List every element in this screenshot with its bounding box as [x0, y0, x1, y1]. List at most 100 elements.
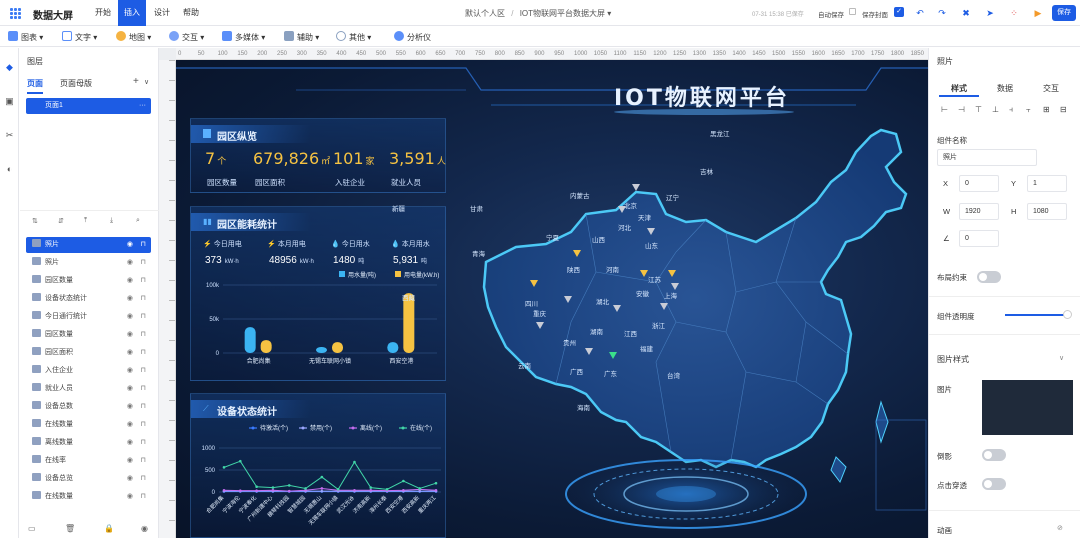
redo-icon[interactable]: ↷ [934, 5, 950, 21]
lock-icon[interactable]: ⊓ [141, 291, 146, 307]
map-pin-icon[interactable] [585, 348, 593, 355]
eye-icon[interactable]: ◉ [127, 327, 133, 343]
layer-item[interactable]: 今日通行统计 ◉ ⊓ [26, 309, 151, 325]
eye-all-icon[interactable]: ◉ [141, 524, 148, 533]
save-button[interactable]: 保存 [1052, 5, 1076, 21]
map-pin-icon[interactable] [564, 296, 572, 303]
page-item[interactable]: 页面1 ··· [26, 98, 151, 114]
layers-icon[interactable]: ◆ [4, 62, 15, 73]
lock-icon[interactable]: ⊓ [141, 399, 146, 415]
eye-icon[interactable]: ◉ [127, 435, 133, 451]
tab-pages[interactable]: 页面 [27, 78, 43, 94]
tool-media[interactable]: 多媒体 ▾ [222, 31, 265, 43]
image-style-collapse-icon[interactable]: ∨ [1059, 354, 1064, 362]
angle-input[interactable]: 0 [959, 230, 999, 247]
delete-icon[interactable]: 🗑 [65, 524, 75, 533]
undo-icon[interactable]: ↶ [912, 5, 928, 21]
hide-icon[interactable]: ⊘ [1057, 524, 1063, 532]
eye-icon[interactable]: ◉ [127, 309, 133, 325]
lock-icon[interactable]: ⊓ [141, 273, 146, 289]
tool-map[interactable]: 地图 ▾ [116, 31, 151, 43]
layer-up-icon[interactable]: ⇅ [32, 217, 38, 225]
eye-icon[interactable]: ◉ [127, 471, 133, 487]
page-more-button[interactable]: ··· [139, 98, 146, 114]
layer-search-icon[interactable]: ⌕ [136, 217, 140, 225]
save-cover-checkbox[interactable]: ✓ [894, 7, 904, 17]
layer-item[interactable]: 照片 ◉ ⊓ [26, 237, 151, 253]
eye-icon[interactable]: ◉ [127, 489, 133, 505]
layer-item[interactable]: 在线率 ◉ ⊓ [26, 453, 151, 469]
name-input[interactable]: 照片 [937, 149, 1037, 166]
layer-item[interactable]: 园区面积 ◉ ⊓ [26, 345, 151, 361]
dashboard-canvas[interactable]: IOT物联网平台 园区纵览 7 个园区数量 679,826 ㎡园区面积 101 家入驻企业… [176, 60, 928, 538]
align-icon[interactable]: ⊤ [975, 105, 982, 114]
x-input[interactable]: 0 [959, 175, 999, 192]
lock-icon[interactable]: ⊓ [141, 381, 146, 397]
eye-icon[interactable]: ◉ [127, 273, 133, 289]
layer-item[interactable]: 在线数量 ◉ ⊓ [26, 417, 151, 433]
map-pin-icon[interactable] [613, 305, 621, 312]
folder-icon[interactable]: ▭ [28, 524, 36, 533]
layer-item[interactable]: 入住企业 ◉ ⊓ [26, 363, 151, 379]
eye-icon[interactable]: ◉ [127, 255, 133, 271]
tool-chart[interactable]: 图表 ▾ [8, 31, 43, 43]
tool-analyzer[interactable]: 分析仪 [394, 31, 431, 43]
map-pin-icon[interactable] [660, 303, 668, 310]
theme-icon[interactable]: ◐ [4, 164, 15, 175]
tool-other[interactable]: 其他 ▾ [336, 31, 371, 43]
opacity-slider[interactable] [1005, 314, 1067, 316]
connect-icon[interactable]: ⁘ [1006, 5, 1022, 21]
layer-item[interactable]: 在线数量 ◉ ⊓ [26, 489, 151, 505]
eye-icon[interactable]: ◉ [127, 417, 133, 433]
layer-item[interactable]: 设备总览 ◉ ⊓ [26, 471, 151, 487]
y-input[interactable]: 1 [1027, 175, 1067, 192]
lock-icon[interactable]: ⊓ [141, 309, 146, 325]
map-pin-icon[interactable] [671, 283, 679, 290]
lock-icon[interactable]: ⊓ [141, 489, 146, 505]
align-icon[interactable]: ⊟ [1060, 105, 1067, 114]
tool-text[interactable]: 文字 ▾ [62, 31, 97, 43]
map-pin-icon[interactable] [609, 352, 617, 359]
map-pin-icon[interactable] [668, 270, 676, 277]
map-pin-icon[interactable] [632, 184, 640, 191]
menu-help[interactable]: 帮助 [177, 0, 205, 26]
menu-start[interactable]: 开始 [89, 0, 117, 26]
eye-icon[interactable]: ◉ [127, 237, 133, 253]
breadcrumb-space[interactable]: 默认个人区 [465, 9, 505, 18]
lock-icon[interactable]: ⊓ [141, 345, 146, 361]
shadow-toggle[interactable] [982, 449, 1006, 461]
add-page-button[interactable]: + [133, 76, 139, 87]
layer-item[interactable]: 照片 ◉ ⊓ [26, 255, 151, 271]
eye-icon[interactable]: ◉ [127, 453, 133, 469]
lock-icon[interactable]: ⊓ [141, 453, 146, 469]
breadcrumb-file[interactable]: IOT物联网平台数据大屏 ▾ [520, 9, 612, 18]
layer-item[interactable]: 设备状态统计 ◉ ⊓ [26, 291, 151, 307]
w-input[interactable]: 1920 [959, 203, 999, 220]
click-through-toggle[interactable] [982, 478, 1006, 490]
components-icon[interactable]: ▣ [4, 96, 15, 107]
preview-icon[interactable]: ▶ [1030, 5, 1046, 21]
map-pin-icon[interactable] [536, 322, 544, 329]
layout-toggle[interactable] [977, 271, 1001, 283]
autosave-checkbox[interactable] [849, 8, 856, 15]
lock-icon[interactable]: ⊓ [141, 255, 146, 271]
share-icon[interactable]: ➤ [982, 5, 998, 21]
collapse-icon[interactable]: ∨ [144, 78, 149, 86]
image-preview[interactable] [982, 380, 1073, 435]
tab-interaction[interactable]: 交互 [1043, 83, 1059, 94]
tools-icon[interactable]: ✖ [958, 5, 974, 21]
align-icon[interactable]: ⫟ [1026, 105, 1031, 115]
tab-master[interactable]: 页面母版 [60, 78, 92, 89]
h-input[interactable]: 1080 [1027, 203, 1067, 220]
layer-item[interactable]: 就业人员 ◉ ⊓ [26, 381, 151, 397]
layer-down-icon[interactable]: ⇵ [58, 217, 64, 225]
map-pin-icon[interactable] [530, 280, 538, 287]
tab-data[interactable]: 数据 [997, 83, 1013, 94]
lock-icon[interactable]: ⊓ [141, 417, 146, 433]
map-pin-icon[interactable] [640, 270, 648, 277]
menu-design[interactable]: 设计 [148, 0, 176, 26]
lock-all-icon[interactable]: 🔒 [104, 524, 114, 533]
menu-insert[interactable]: 插入 [118, 0, 146, 26]
layer-top-icon[interactable]: ⤒ [84, 217, 87, 225]
tools-rail-icon[interactable]: ✂ [4, 130, 15, 141]
